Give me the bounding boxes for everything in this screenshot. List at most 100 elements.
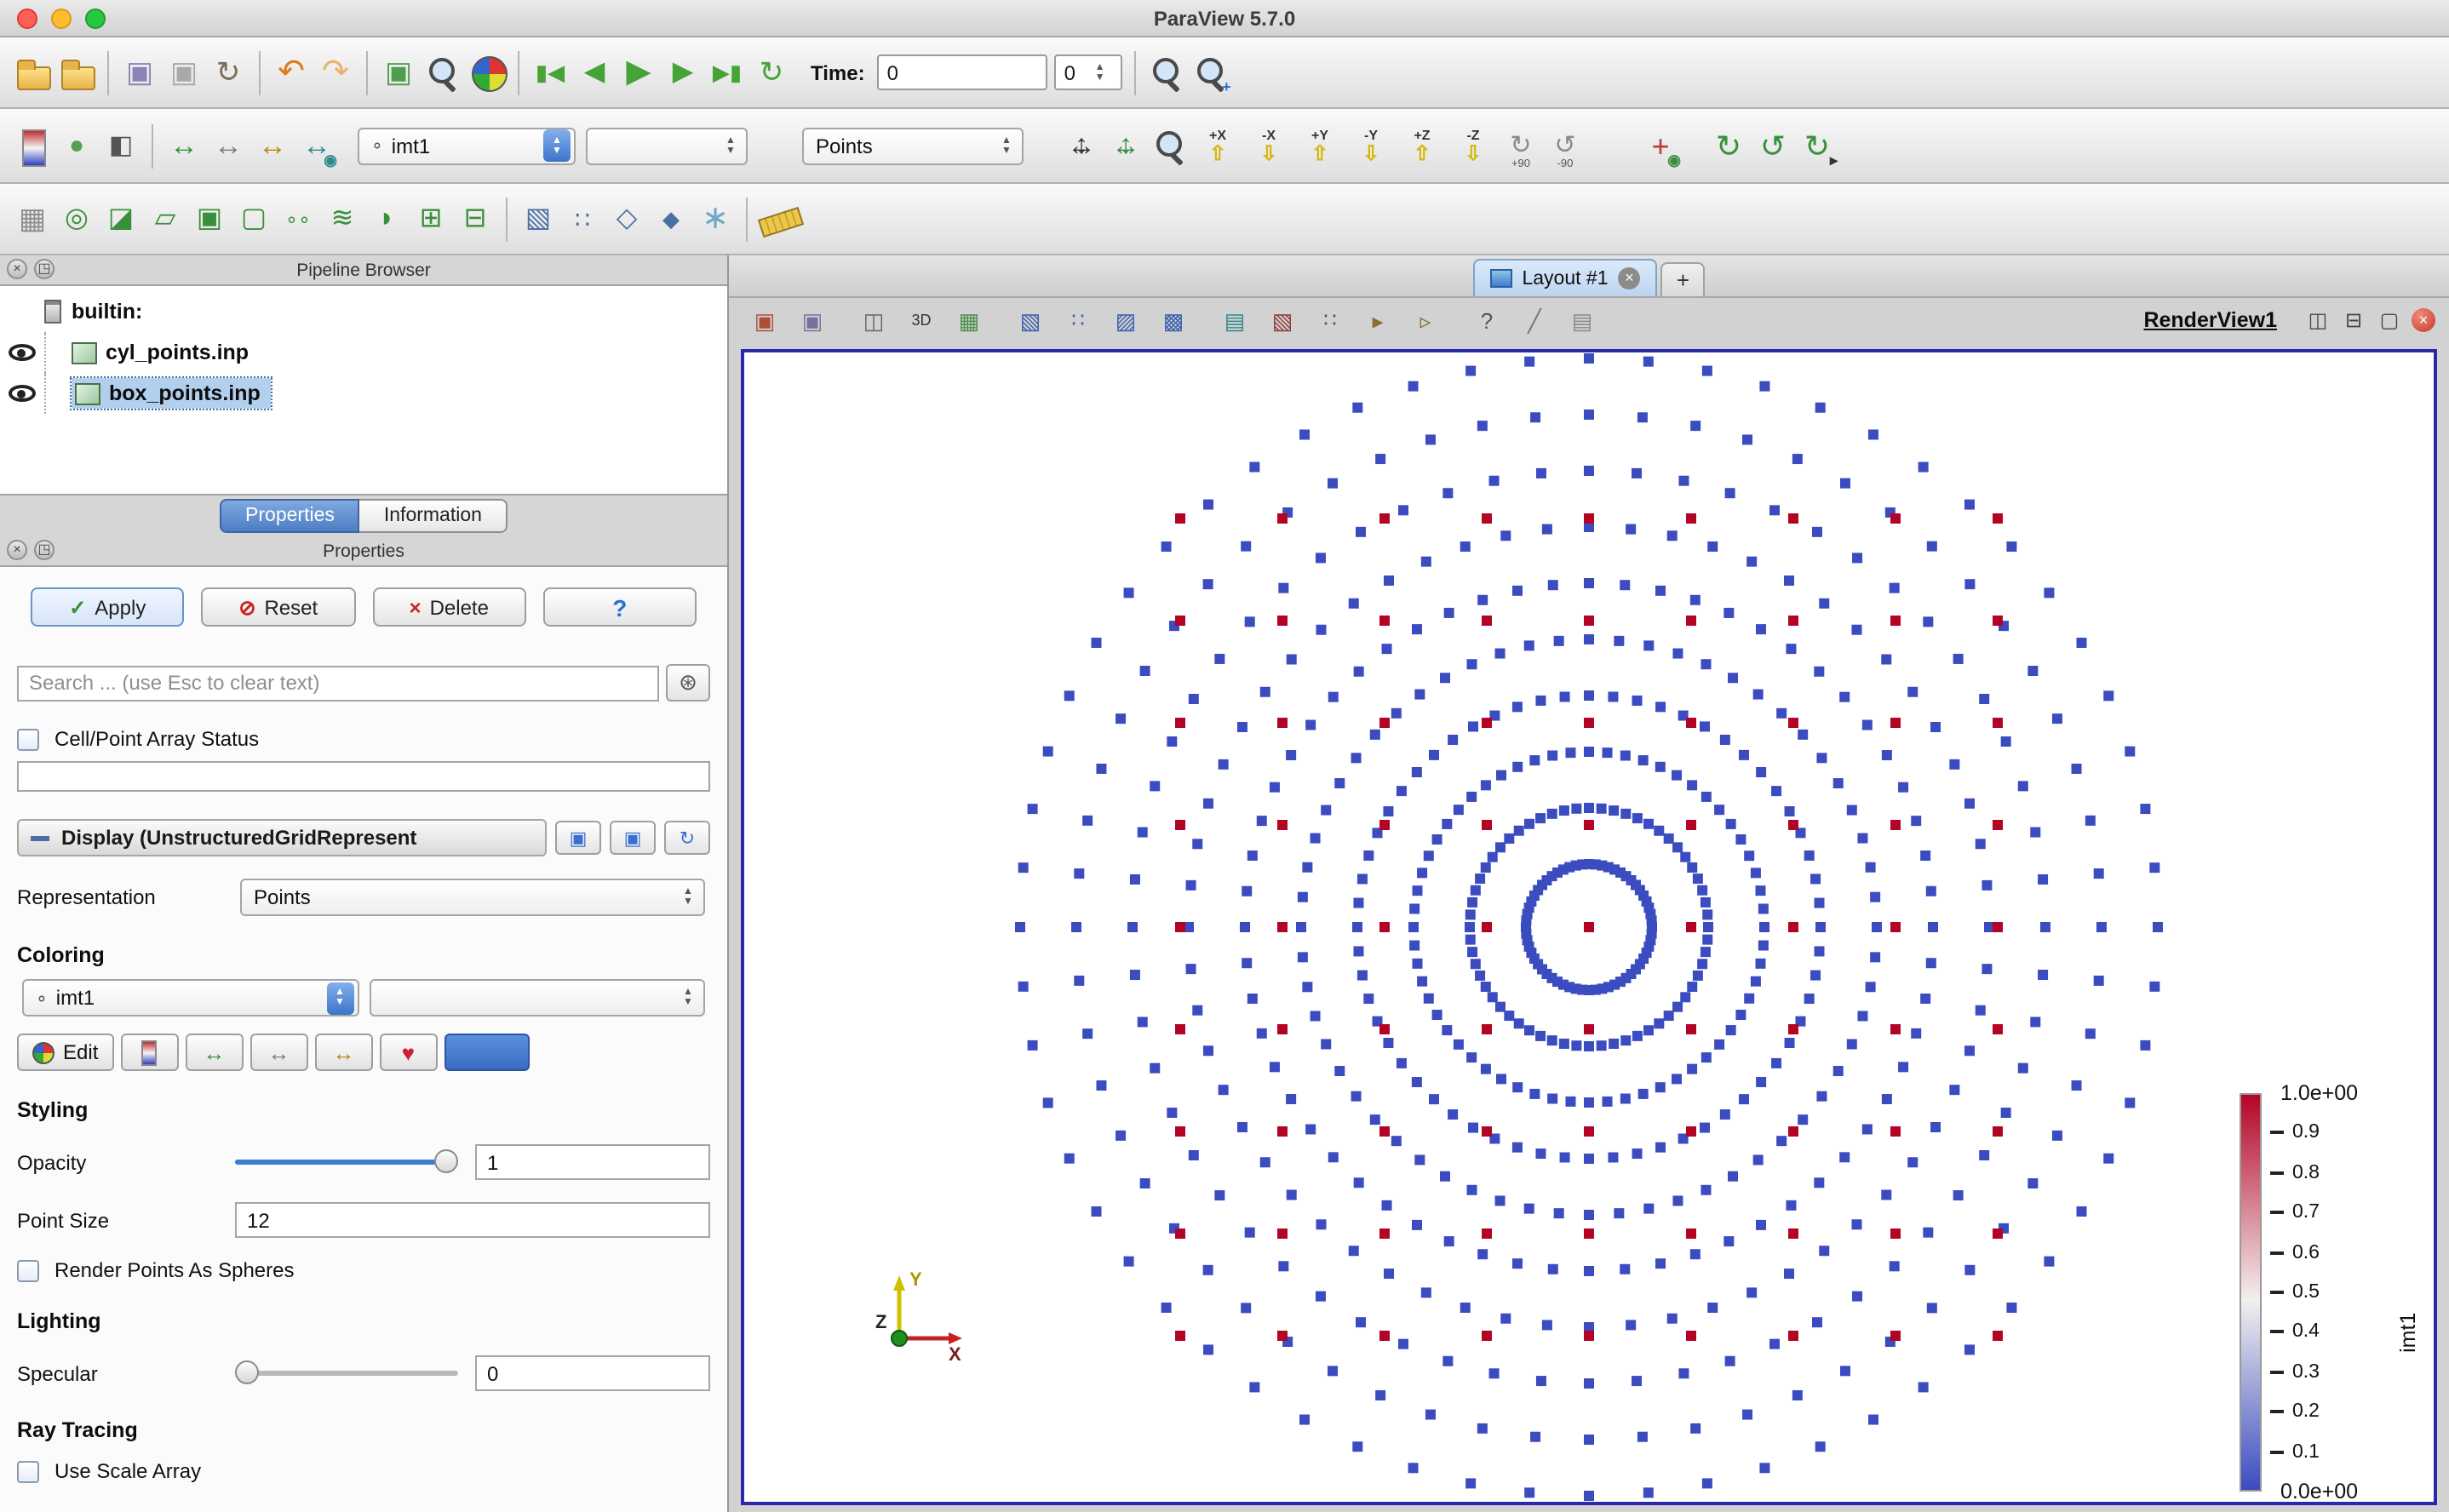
glyph-filter-button[interactable]: ∘∘ bbox=[276, 193, 320, 244]
rotate-90-cw-button[interactable]: ↻+90 bbox=[1499, 120, 1543, 171]
colormap-preview-button[interactable] bbox=[10, 120, 54, 171]
select-points-on-button[interactable]: ∷ bbox=[1056, 295, 1100, 346]
toggle-2d3d-button[interactable]: 3D bbox=[899, 295, 943, 346]
disconnect-server-button[interactable]: ▣ bbox=[162, 47, 206, 98]
close-window-button[interactable] bbox=[17, 9, 37, 29]
rescale-custom-button[interactable]: ↔ bbox=[249, 1034, 307, 1071]
render-canvas[interactable] bbox=[744, 352, 2434, 1502]
reload-display-button[interactable]: ↻ bbox=[664, 821, 710, 855]
close-layout-tab-button[interactable]: × bbox=[1619, 267, 1641, 289]
view-minus-y-button[interactable]: -Y⇩ bbox=[1345, 120, 1397, 171]
threshold-button[interactable]: ▣ bbox=[187, 193, 232, 244]
time-value-input[interactable]: 0 bbox=[877, 54, 1047, 90]
select-cells-through-button[interactable]: ▨ bbox=[1104, 295, 1148, 346]
color-map-editor-button[interactable] bbox=[465, 47, 509, 98]
render-points-as-spheres-checkbox[interactable] bbox=[17, 1259, 39, 1281]
rescale-visible-button[interactable]: ↔◉ bbox=[295, 120, 339, 171]
maximize-view-button[interactable]: ▢ bbox=[2376, 307, 2403, 333]
close-dock-icon[interactable]: × bbox=[7, 540, 27, 560]
view-minus-x-button[interactable]: -X⇩ bbox=[1243, 120, 1294, 171]
tab-information[interactable]: Information bbox=[360, 499, 508, 533]
time-step-spinbox[interactable]: 0▲▼ bbox=[1054, 54, 1122, 90]
representation-combo[interactable]: Points▲▼ bbox=[802, 127, 1024, 164]
render-view-title[interactable]: RenderView1 bbox=[2143, 308, 2301, 332]
record-animation-button[interactable]: ▣ bbox=[790, 295, 834, 346]
render-viewport[interactable]: X Y Z 1.0e+000.90.80.70.60.50.40.30.20.1… bbox=[741, 349, 2437, 1505]
array-status-list[interactable] bbox=[17, 761, 710, 792]
edit-colormap-button[interactable]: Edit bbox=[17, 1034, 113, 1071]
close-view-button[interactable]: × bbox=[2412, 308, 2435, 332]
select-cells-on-button[interactable]: ▧ bbox=[1008, 295, 1052, 346]
component-combo[interactable]: ▲▼ bbox=[586, 127, 748, 164]
paste-display-button[interactable]: ▣ bbox=[610, 821, 656, 855]
separate-colormap-button[interactable] bbox=[120, 1034, 178, 1071]
delete-button[interactable]: × Delete bbox=[372, 587, 526, 627]
specular-slider[interactable] bbox=[235, 1355, 458, 1391]
toggle-center-axes-button[interactable]: +◉ bbox=[1638, 120, 1683, 171]
color-legend[interactable]: 1.0e+000.90.80.70.60.50.40.30.20.10.0e+0… bbox=[2212, 1093, 2420, 1492]
visibility-eye-icon[interactable] bbox=[9, 385, 36, 402]
specular-field[interactable]: 0 bbox=[475, 1355, 710, 1391]
add-layout-tab-button[interactable]: + bbox=[1661, 262, 1706, 296]
zoom-to-data-button[interactable]: ↔↕ bbox=[1104, 120, 1148, 171]
reset-camera-button[interactable]: ↔↕ bbox=[1059, 120, 1104, 171]
select-points-polygon-button[interactable]: ◆ bbox=[649, 193, 693, 244]
select-cells-rectangle-button[interactable]: ▧ bbox=[516, 193, 560, 244]
pipeline-item-cyl-points[interactable]: cyl_points.inp bbox=[0, 332, 727, 373]
play-button[interactable]: ▶ bbox=[617, 47, 661, 98]
rotate-camera-ccw-button[interactable]: ↺ bbox=[1751, 120, 1795, 171]
display-section-header[interactable]: Display (UnstructuredGridRepresent bbox=[17, 819, 547, 856]
next-frame-button[interactable]: ▶ bbox=[661, 47, 705, 98]
first-frame-button[interactable]: ▮◀ bbox=[528, 47, 572, 98]
capture-view-button[interactable]: ◫ bbox=[852, 295, 896, 346]
save-screenshot-button[interactable]: ▣ bbox=[743, 295, 787, 346]
close-dock-icon[interactable]: × bbox=[7, 259, 27, 279]
edit-color-button[interactable]: ● bbox=[54, 120, 99, 171]
add-camera-link-button[interactable]: + bbox=[1189, 47, 1233, 98]
pipeline-item-box-points[interactable]: box_points.inp bbox=[0, 373, 727, 414]
adjust-camera-button[interactable]: ↻▸ bbox=[1795, 120, 1839, 171]
layout-tab[interactable]: Layout #1 × bbox=[1472, 259, 1657, 296]
copy-selection-button[interactable]: ▤ bbox=[1560, 295, 1604, 346]
rescale-to-data-button[interactable]: ↔ bbox=[162, 120, 206, 171]
selected-pipeline-item[interactable]: box_points.inp bbox=[72, 378, 271, 409]
reset-button[interactable]: ⊘ Reset bbox=[202, 587, 356, 627]
view-plus-y-button[interactable]: +Y⇧ bbox=[1294, 120, 1345, 171]
selection-help-button[interactable]: ? bbox=[1465, 295, 1509, 346]
rescale-temporal-button[interactable]: ↔ bbox=[314, 1034, 372, 1071]
camera-tools-button[interactable] bbox=[1144, 47, 1189, 98]
last-frame-button[interactable]: ▶▮ bbox=[705, 47, 749, 98]
point-size-field[interactable]: 12 bbox=[235, 1202, 710, 1238]
connect-server-button[interactable]: ▣ bbox=[118, 47, 162, 98]
extract-subset-button[interactable]: ▢ bbox=[232, 193, 276, 244]
view-minus-z-button[interactable]: -Z⇩ bbox=[1448, 120, 1499, 171]
hover-cells-button[interactable]: ▸ bbox=[1356, 295, 1400, 346]
search-options-button[interactable]: ⊛ bbox=[666, 664, 710, 702]
interactive-select-cells-button[interactable]: ▧ bbox=[1260, 295, 1305, 346]
ruler-button[interactable] bbox=[756, 193, 800, 244]
float-dock-icon[interactable]: ◳ bbox=[34, 540, 54, 560]
redo-button[interactable]: ↷ bbox=[313, 47, 358, 98]
contour-button[interactable]: ◎ bbox=[54, 193, 99, 244]
edit-selection-button[interactable]: ╱ bbox=[1512, 295, 1557, 346]
help-button[interactable]: ? bbox=[543, 587, 697, 627]
calculator-button[interactable]: ▦ bbox=[10, 193, 54, 244]
minimize-window-button[interactable] bbox=[51, 9, 72, 29]
clip-button[interactable]: ◪ bbox=[99, 193, 143, 244]
coloring-combo[interactable]: ∘imt1▲▼ bbox=[358, 127, 576, 164]
visibility-eye-icon[interactable] bbox=[9, 344, 36, 361]
interactive-select-button[interactable]: ∗ bbox=[693, 193, 737, 244]
representation-select[interactable]: Points ▲▼ bbox=[240, 879, 705, 916]
select-block-button[interactable]: ▤ bbox=[1213, 295, 1257, 346]
slice-button[interactable]: ▱ bbox=[143, 193, 187, 244]
reset-session-button[interactable]: ↻ bbox=[206, 47, 250, 98]
previous-frame-button[interactable]: ◀ bbox=[572, 47, 617, 98]
use-scale-array-checkbox[interactable] bbox=[17, 1460, 39, 1482]
choose-preset-button[interactable] bbox=[444, 1034, 529, 1071]
separate-colormap-button[interactable]: ◧ bbox=[99, 120, 143, 171]
view-plus-x-button[interactable]: +X⇧ bbox=[1192, 120, 1243, 171]
find-data-button[interactable] bbox=[421, 47, 465, 98]
group-datasets-button[interactable]: ⊞ bbox=[409, 193, 453, 244]
view-plus-z-button[interactable]: +Z⇧ bbox=[1397, 120, 1448, 171]
rotate-camera-cw-button[interactable]: ↻ bbox=[1706, 120, 1751, 171]
